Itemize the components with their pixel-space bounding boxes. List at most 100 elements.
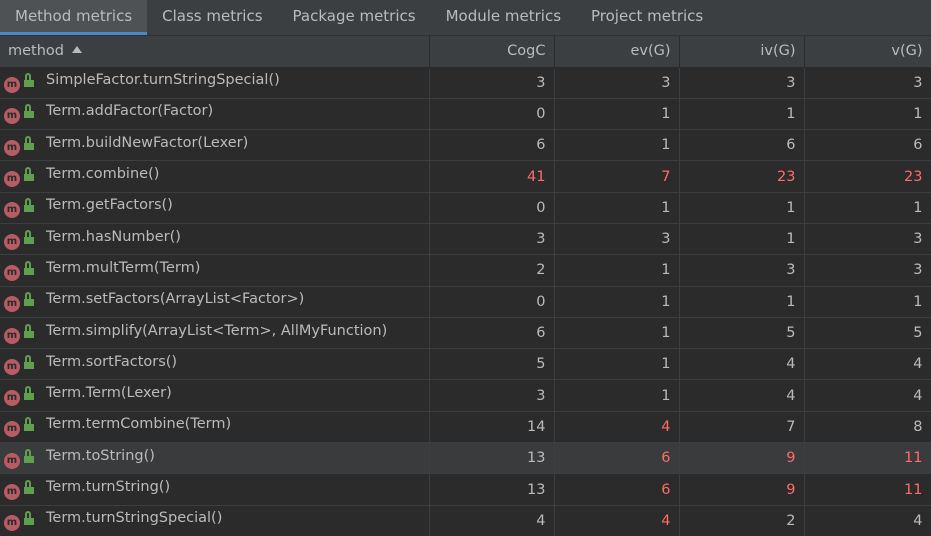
public-access-lock-icon [24, 260, 34, 275]
tab-class-metrics[interactable]: Class metrics [147, 0, 277, 35]
table-row[interactable]: m Term.turnString() 13 6 9 11 [0, 473, 931, 506]
column-header-method[interactable]: method [0, 36, 430, 68]
method-name: Term.simplify(ArrayList<Term>, AllMyFunc… [46, 322, 388, 339]
metrics-tab-bar: Method metrics Class metrics Package met… [0, 0, 931, 36]
method-name: Term.termCombine(Term) [46, 416, 232, 433]
method-icon: m [4, 171, 20, 188]
metric-cogc-cell: 3 [429, 223, 555, 256]
method-icon: m [4, 77, 20, 94]
table-row[interactable]: m Term.termCombine(Term) 14 4 7 8 [0, 411, 931, 444]
metric-evg-cell: 1 [554, 254, 680, 287]
method-icon: m [4, 390, 20, 407]
method-name: Term.combine() [46, 166, 160, 183]
metric-ivg-cell: 1 [679, 223, 805, 256]
method-cell: m Term.sortFactors() [0, 348, 430, 381]
sort-ascending-icon [72, 46, 82, 54]
metric-cogc-cell: 3 [429, 67, 555, 99]
metric-cogc-cell: 2 [429, 254, 555, 287]
metric-ivg-cell: 3 [679, 67, 805, 99]
table-row[interactable]: m Term.toString() 13 6 9 11 [0, 442, 931, 475]
metric-ivg-cell: 4 [679, 348, 805, 381]
table-row[interactable]: m Term.multTerm(Term) 2 1 3 3 [0, 254, 931, 287]
metrics-table: method CogC ev(G) iv(G) v(G) m SimpleFact… [0, 36, 931, 536]
metric-ivg-cell: 1 [679, 98, 805, 131]
metric-ivg-cell: 2 [679, 505, 805, 536]
metric-vg-cell: 6 [804, 129, 931, 162]
method-cell: m Term.simplify(ArrayList<Term>, AllMyFun… [0, 317, 430, 350]
metric-ivg-cell: 3 [679, 254, 805, 287]
method-icon: m [4, 515, 20, 532]
tab-package-metrics[interactable]: Package metrics [278, 0, 431, 35]
metric-evg-cell: 6 [554, 473, 680, 506]
method-icon: m [4, 296, 20, 313]
metric-vg-cell: 11 [804, 473, 931, 506]
metric-ivg-cell: 7 [679, 411, 805, 444]
metric-cogc-cell: 13 [429, 442, 555, 475]
table-row[interactable]: m Term.Term(Lexer) 3 1 4 4 [0, 379, 931, 412]
metric-vg-cell: 1 [804, 286, 931, 318]
public-access-lock-icon [24, 417, 34, 432]
method-name: Term.getFactors() [46, 197, 173, 214]
metric-cogc-cell: 4 [429, 505, 555, 536]
public-access-lock-icon [24, 198, 34, 213]
method-cell: m Term.termCombine(Term) [0, 411, 430, 444]
method-cell: m Term.hasNumber() [0, 223, 430, 256]
metric-vg-cell: 8 [804, 411, 931, 444]
metric-ivg-cell: 4 [679, 379, 805, 412]
metric-evg-cell: 4 [554, 505, 680, 536]
column-header-ivg[interactable]: iv(G) [679, 36, 805, 68]
metric-vg-cell: 4 [804, 348, 931, 381]
method-cell: m Term.multTerm(Term) [0, 254, 430, 287]
tab-module-metrics[interactable]: Module metrics [431, 0, 576, 35]
metric-evg-cell: 1 [554, 348, 680, 381]
metric-cogc-cell: 6 [429, 317, 555, 350]
method-name: Term.setFactors(ArrayList<Factor>) [46, 291, 305, 308]
public-access-lock-icon [24, 354, 34, 369]
metric-evg-cell: 1 [554, 98, 680, 131]
method-name: Term.sortFactors() [46, 353, 178, 370]
metric-cogc-cell: 41 [429, 160, 555, 193]
metric-vg-cell: 5 [804, 317, 931, 350]
method-icon: m [4, 452, 20, 469]
table-row[interactable]: m Term.hasNumber() 3 3 1 3 [0, 223, 931, 256]
method-cell: m Term.addFactor(Factor) [0, 98, 430, 131]
method-name: Term.turnStringSpecial() [46, 510, 223, 527]
method-icon: m [4, 139, 20, 156]
table-row[interactable]: m Term.simplify(ArrayList<Term>, AllMyFun… [0, 317, 931, 350]
metric-vg-cell: 3 [804, 223, 931, 256]
method-cell: m Term.turnStringSpecial() [0, 505, 430, 536]
table-row[interactable]: m Term.setFactors(ArrayList<Factor>) 0 1 1 1 [0, 286, 931, 318]
column-header-vg[interactable]: v(G) [804, 36, 931, 68]
metric-evg-cell: 1 [554, 379, 680, 412]
column-header-evg[interactable]: ev(G) [554, 36, 680, 68]
method-cell: m SimpleFactor.turnStringSpecial() [0, 67, 430, 99]
table-header-row: method CogC ev(G) iv(G) v(G) [0, 36, 931, 68]
method-name: Term.addFactor(Factor) [46, 103, 214, 120]
method-icon: m [4, 327, 20, 344]
method-icon: m [4, 233, 20, 250]
method-name: Term.buildNewFactor(Lexer) [46, 134, 249, 151]
metric-cogc-cell: 13 [429, 473, 555, 506]
table-row[interactable]: m Term.turnStringSpecial() 4 4 2 4 [0, 505, 931, 536]
method-name: Term.hasNumber() [46, 228, 181, 245]
public-access-lock-icon [24, 229, 34, 244]
metric-ivg-cell: 6 [679, 129, 805, 162]
metric-ivg-cell: 9 [679, 442, 805, 475]
table-row[interactable]: m Term.getFactors() 0 1 1 1 [0, 192, 931, 224]
table-row[interactable]: m Term.addFactor(Factor) 0 1 1 1 [0, 98, 931, 131]
table-row[interactable]: m Term.sortFactors() 5 1 4 4 [0, 348, 931, 381]
table-row[interactable]: m SimpleFactor.turnStringSpecial() 3 3 3 3 [0, 67, 931, 99]
tab-method-metrics[interactable]: Method metrics [0, 0, 148, 35]
metric-vg-cell: 4 [804, 505, 931, 536]
method-name: Term.Term(Lexer) [46, 385, 172, 402]
tab-project-metrics[interactable]: Project metrics [576, 0, 718, 35]
method-name: SimpleFactor.turnStringSpecial() [46, 72, 280, 89]
metric-evg-cell: 1 [554, 286, 680, 318]
public-access-lock-icon [24, 511, 34, 526]
metric-ivg-cell: 9 [679, 473, 805, 506]
metric-vg-cell: 3 [804, 67, 931, 99]
table-row[interactable]: m Term.combine() 41 7 23 23 [0, 160, 931, 193]
column-header-cogc[interactable]: CogC [429, 36, 555, 68]
metric-vg-cell: 3 [804, 254, 931, 287]
table-row[interactable]: m Term.buildNewFactor(Lexer) 6 1 6 6 [0, 129, 931, 162]
